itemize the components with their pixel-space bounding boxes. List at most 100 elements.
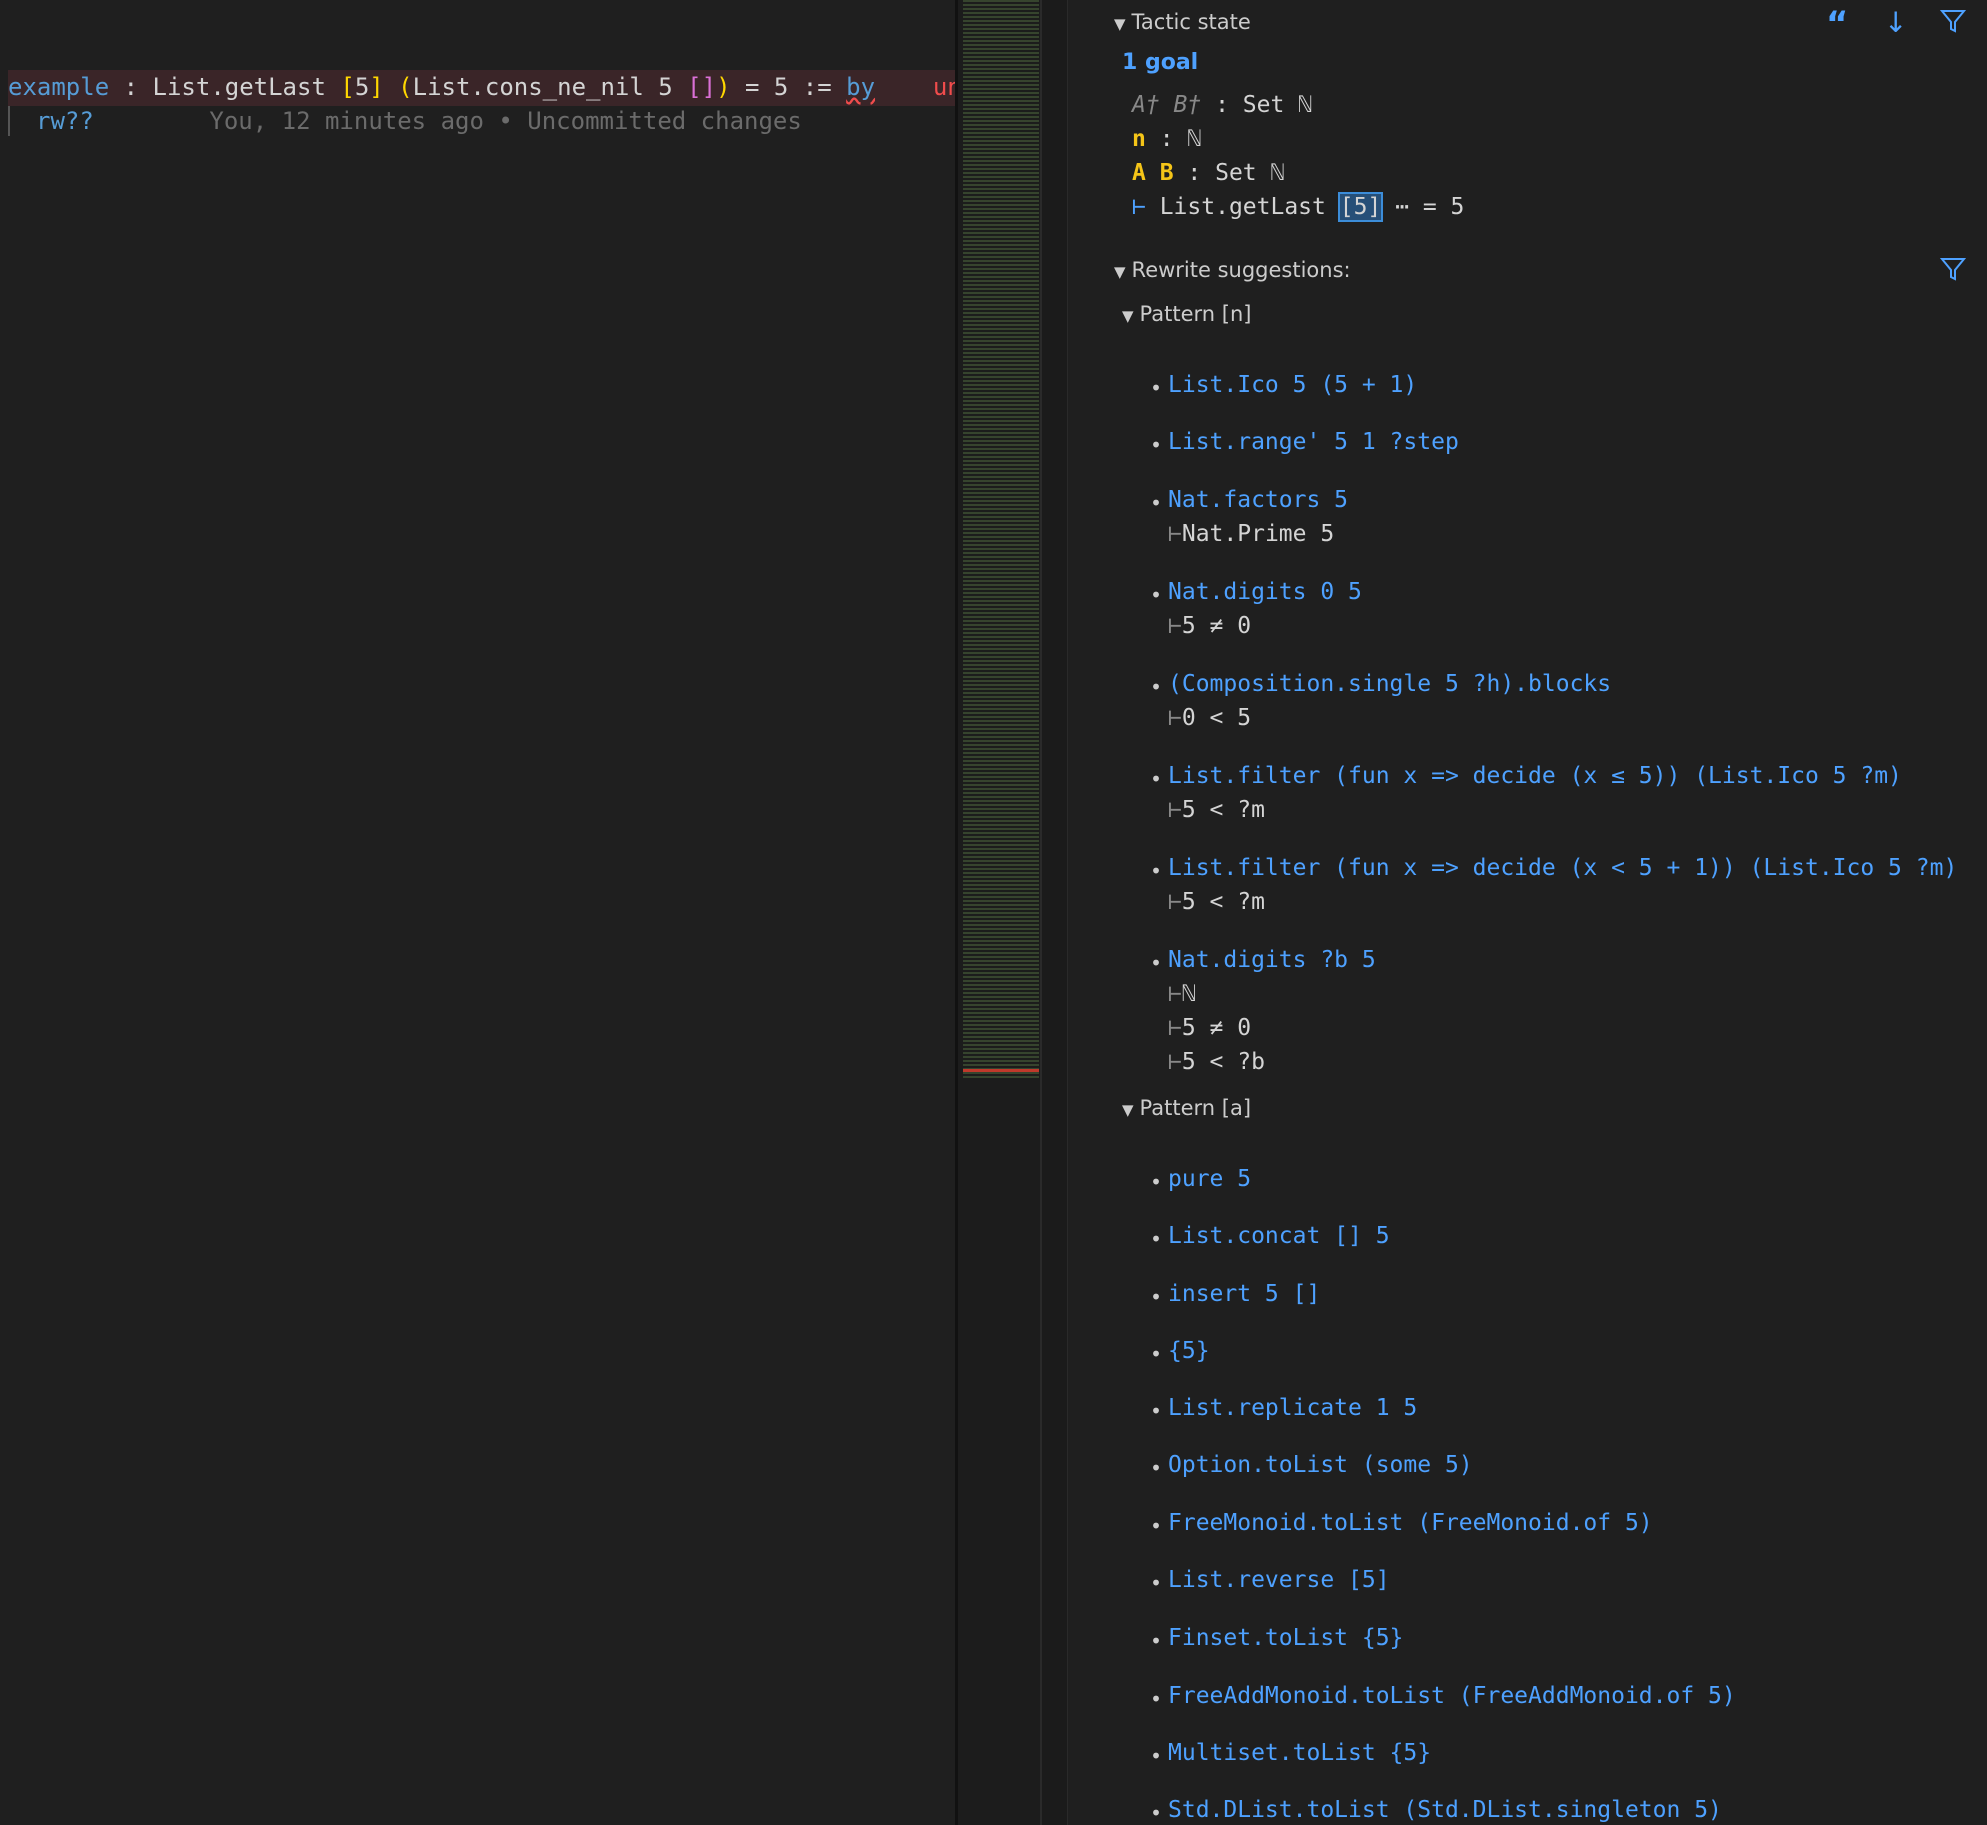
suggestion-link[interactable]: Option.toList (some 5) — [1168, 1452, 1473, 1478]
collapse-triangle-icon[interactable]: ▼ — [1114, 263, 1126, 281]
collapse-triangle-icon[interactable]: ▼ — [1122, 1101, 1134, 1119]
side-condition-text: 5 ≠ 0 — [1181, 1015, 1252, 1041]
suggestion-link[interactable]: List.concat [] 5 — [1168, 1223, 1390, 1249]
minimap-content — [963, 0, 1039, 1080]
suggestion-link[interactable]: {5} — [1168, 1338, 1210, 1364]
suggestion-link[interactable]: Multiset.toList {5} — [1168, 1740, 1431, 1766]
suggestion-link[interactable]: List.filter (fun x => decide (x ≤ 5)) (L… — [1168, 763, 1902, 789]
bullet-icon: • — [1150, 1801, 1163, 1825]
pattern-header[interactable]: ▼ Pattern [n] — [1122, 302, 1251, 326]
collapse-triangle-icon[interactable]: ▼ — [1122, 307, 1134, 325]
side-condition: ⊢Nat.Prime 5 — [1168, 521, 1334, 547]
goal-prefix: List.getLast — [1145, 194, 1340, 220]
side-condition: ⊢0 < 5 — [1168, 705, 1251, 731]
side-condition: ⊢ℕ — [1168, 981, 1196, 1007]
suggestion-link[interactable]: Finset.toList {5} — [1168, 1625, 1403, 1651]
bullet-icon: • — [1150, 491, 1163, 515]
code-paren-close: ) — [716, 73, 731, 101]
panel-divider[interactable] — [1040, 0, 1068, 1825]
bullet-icon: • — [1150, 1571, 1163, 1595]
turnstile-icon: ⊢ — [1168, 797, 1182, 823]
side-condition: ⊢5 < ?m — [1168, 797, 1265, 823]
filter-icon[interactable] — [1939, 256, 1967, 289]
bullet-icon: • — [1150, 1456, 1163, 1480]
bullet-icon: • — [1150, 1285, 1163, 1309]
side-condition-text: ℕ — [1181, 981, 1196, 1007]
turnstile-icon: ⊢ — [1168, 1049, 1182, 1075]
bullet-icon: • — [1150, 675, 1163, 699]
collapse-triangle-icon[interactable]: ▼ — [1114, 15, 1126, 33]
code-line-example[interactable]: example : List.getLast [5] (List.cons_ne… — [8, 70, 955, 106]
turnstile-icon: ⊢ — [1168, 889, 1182, 915]
bullet-icon: • — [1150, 1227, 1163, 1251]
side-condition-text: 5 < ?b — [1181, 1049, 1265, 1075]
bullet-icon: • — [1150, 1687, 1163, 1711]
suggestion-link[interactable]: pure 5 — [1168, 1166, 1251, 1192]
git-blame-annotation: You, 12 minutes ago • Uncommitted change… — [209, 107, 802, 135]
hyp-names: A B — [1132, 160, 1174, 186]
code-argument: List.cons_ne_nil 5 — [412, 73, 688, 101]
indent-guide — [8, 106, 10, 136]
rewrite-suggestions-header[interactable]: ▼ Rewrite suggestions: — [1114, 258, 1351, 282]
hypothesis: A B : Set ℕ — [1132, 160, 1284, 186]
lean-infoview: ▼ Tactic state “ ↓ 1 goal A† B† : Set ℕ n… — [1066, 0, 1987, 1825]
minimap-error-marker — [963, 1069, 1039, 1072]
bullet-icon: • — [1150, 1629, 1163, 1653]
suggestion-link[interactable]: Nat.digits ?b 5 — [1168, 947, 1376, 973]
suggestion-link[interactable]: List.Ico 5 (5 + 1) — [1168, 372, 1417, 398]
keyword-example: example — [8, 73, 110, 101]
code-paren-open: ( — [383, 73, 413, 101]
side-condition: ⊢5 < ?b — [1168, 1049, 1265, 1075]
side-condition-text: 0 < 5 — [1181, 705, 1252, 731]
hyp-names: n — [1132, 126, 1146, 152]
suggestion-link[interactable]: insert 5 [] — [1168, 1281, 1320, 1307]
code-bracket-open: [ — [340, 73, 355, 101]
bullet-icon: • — [1150, 1399, 1163, 1423]
error-inline-message: unsol — [932, 73, 955, 101]
tactic-state-title: Tactic state — [1131, 10, 1251, 34]
code-line-tactic[interactable]: rw?? You, 12 minutes ago • Uncommitted c… — [36, 104, 802, 138]
rewrite-suggestions-title: Rewrite suggestions: — [1131, 258, 1351, 282]
pattern-header[interactable]: ▼ Pattern [a] — [1122, 1096, 1251, 1120]
filter-icon[interactable] — [1939, 8, 1967, 41]
hyp-type: Set ℕ — [1215, 160, 1285, 186]
suggestion-link[interactable]: FreeMonoid.toList (FreeMonoid.of 5) — [1168, 1510, 1653, 1536]
bullet-icon: • — [1150, 859, 1163, 883]
turnstile-icon: ⊢ — [1168, 613, 1182, 639]
side-condition: ⊢5 ≠ 0 — [1168, 1015, 1251, 1041]
side-condition-text: 5 < ?m — [1181, 797, 1265, 823]
suggestion-link[interactable]: List.range' 5 1 ?step — [1168, 429, 1459, 455]
code-empty-list: [] — [687, 73, 717, 101]
suggestion-link[interactable]: Std.DList.toList (Std.DList.singleton 5) — [1168, 1797, 1722, 1823]
quote-icon[interactable]: “ — [1826, 4, 1848, 44]
suggestion-link[interactable]: List.filter (fun x => decide (x < 5 + 1)… — [1168, 855, 1957, 881]
turnstile-icon: ⊢ — [1168, 521, 1182, 547]
goal-highlight-selection[interactable]: [5] — [1337, 192, 1384, 222]
code-editor[interactable]: example : List.getLast [5] (List.cons_ne… — [0, 0, 955, 1825]
suggestion-link[interactable]: Nat.digits 0 5 — [1168, 579, 1362, 605]
tactic-state-header[interactable]: ▼ Tactic state — [1114, 10, 1251, 34]
arrow-down-icon[interactable]: ↓ — [1884, 6, 1907, 39]
side-condition-text: Nat.Prime 5 — [1181, 521, 1335, 547]
side-condition-text: 5 < ?m — [1181, 889, 1265, 915]
hyp-type: ℕ — [1187, 126, 1202, 152]
suggestion-link[interactable]: Nat.factors 5 — [1168, 487, 1348, 513]
bullet-icon: • — [1150, 583, 1163, 607]
goal-suffix: ⋯ = 5 — [1381, 194, 1465, 220]
suggestion-link[interactable]: (Composition.single 5 ?h).blocks — [1168, 671, 1611, 697]
hyp-sep: : — [1201, 92, 1243, 118]
minimap[interactable] — [955, 0, 1043, 1825]
hypothesis: n : ℕ — [1132, 126, 1201, 152]
bullet-icon: • — [1150, 1342, 1163, 1366]
suggestion-link[interactable]: List.replicate 1 5 — [1168, 1395, 1417, 1421]
suggestion-link[interactable]: List.reverse [5] — [1168, 1567, 1390, 1593]
goal-count: 1 goal — [1122, 50, 1199, 75]
tactic-rw: rw?? — [36, 107, 94, 135]
hyp-sep: : — [1173, 160, 1216, 186]
bullet-icon: • — [1150, 433, 1163, 457]
keyword-by: by — [846, 73, 876, 101]
suggestion-link[interactable]: FreeAddMonoid.toList (FreeAddMonoid.of 5… — [1168, 1683, 1736, 1709]
hypothesis: A† B† : Set ℕ — [1132, 92, 1312, 118]
bullet-icon: • — [1150, 376, 1163, 400]
code-bracket-close: ] — [369, 73, 384, 101]
